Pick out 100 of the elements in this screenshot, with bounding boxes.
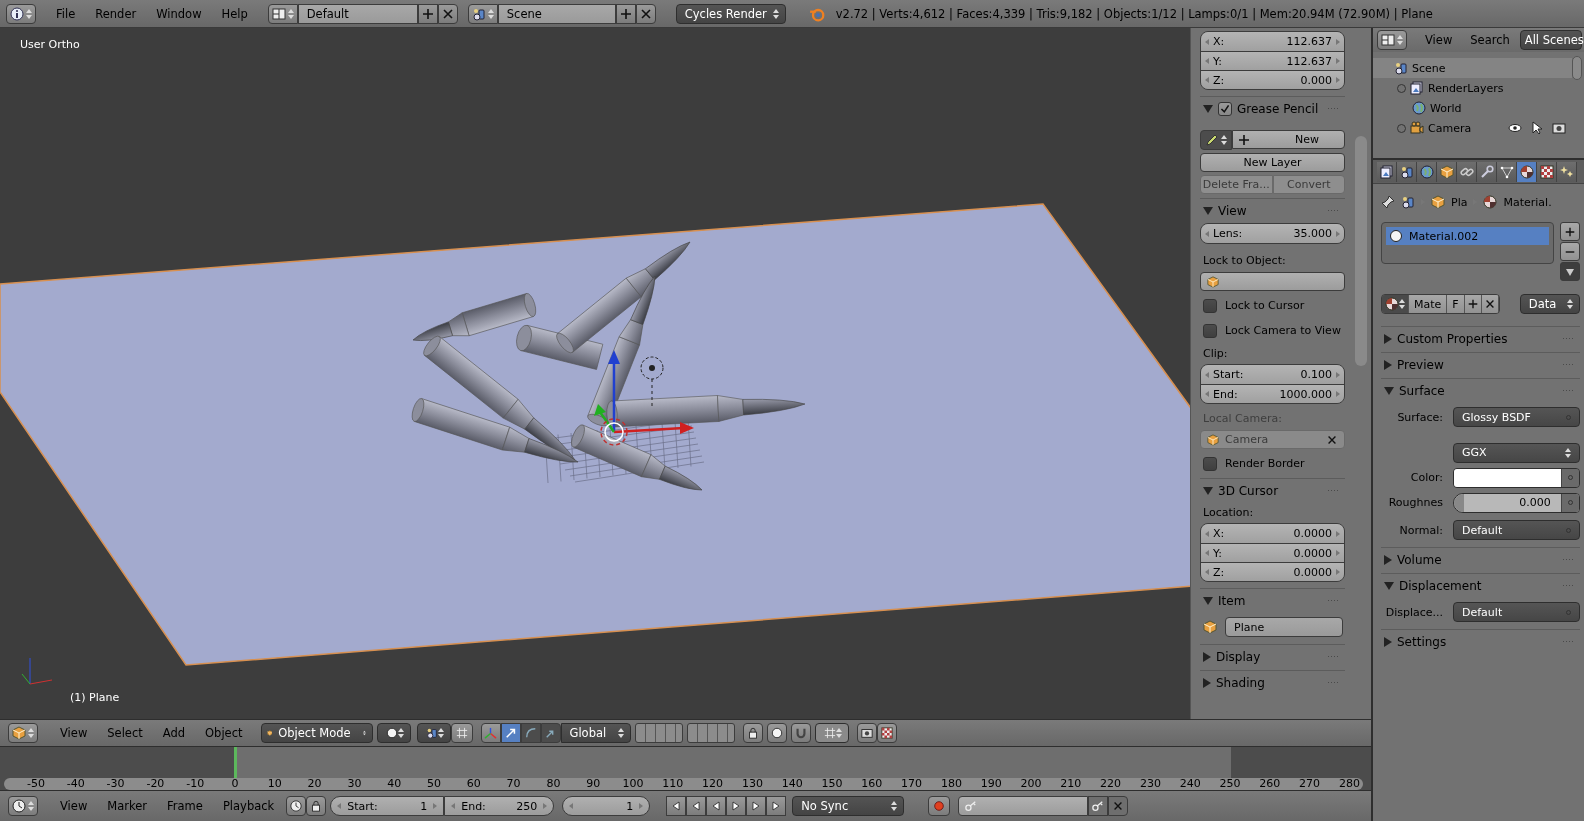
number-field[interactable]: Z: 0.0000 [1201, 562, 1344, 581]
properties-tab[interactable] [1477, 161, 1497, 182]
panel-header[interactable]: Grease Pencil [1200, 96, 1345, 120]
manipulator-button[interactable] [450, 723, 473, 743]
breadcrumb-item[interactable]: Material. [1503, 195, 1552, 209]
number-field[interactable]: Y: 0.0000 [1201, 543, 1344, 562]
color-swatch[interactable] [1453, 467, 1580, 488]
playback-button[interactable] [766, 796, 787, 816]
properties-tab[interactable] [1557, 161, 1577, 182]
playback-button[interactable] [666, 796, 687, 816]
end-frame-field[interactable]: End: 250 [444, 796, 555, 816]
new-layer-button[interactable]: New Layer [1200, 153, 1345, 172]
panel-header[interactable]: Settings [1381, 629, 1580, 653]
panel-header[interactable]: Preview [1381, 352, 1580, 376]
orientation-dropdown[interactable]: Global [560, 723, 631, 743]
menu-item[interactable]: Search [1462, 33, 1518, 47]
remove-slot-button[interactable] [1559, 242, 1580, 261]
menu-item[interactable]: File [48, 6, 84, 21]
number-field[interactable]: Y: 112.637 [1201, 51, 1344, 70]
menu-item[interactable]: Window [148, 6, 210, 21]
new-button[interactable]: New [1232, 130, 1345, 149]
outliner-item[interactable]: RenderLayers [1373, 78, 1572, 98]
scene-button[interactable] [467, 3, 498, 24]
render-engine-dropdown[interactable]: Cycles Render [675, 3, 786, 24]
menu-item[interactable]: Object [197, 726, 251, 740]
playback-button[interactable] [686, 796, 707, 816]
editor-type-button[interactable] [8, 796, 38, 816]
object-field[interactable] [1200, 272, 1345, 291]
number-field[interactable]: End: 1000.000 [1201, 384, 1344, 403]
pivot-dropdown[interactable] [416, 723, 451, 743]
add-button[interactable] [417, 3, 438, 24]
keying-set-field[interactable] [958, 796, 1089, 816]
scrollbar[interactable] [1571, 56, 1582, 80]
properties-tab[interactable] [1437, 161, 1457, 182]
menu-item[interactable]: Marker [99, 799, 156, 813]
menu-item[interactable]: Select [99, 726, 151, 740]
menu-item[interactable]: Frame [159, 799, 211, 813]
socket-dropdown[interactable]: Glossy BSDF [1453, 407, 1580, 427]
panel-header[interactable]: Item [1200, 588, 1345, 612]
properties-tab[interactable] [1377, 161, 1397, 182]
panel-header[interactable]: View [1200, 198, 1345, 222]
add-slot-button[interactable] [1559, 222, 1580, 241]
material-datablock[interactable]: Mate F [1381, 294, 1500, 314]
insert-keyframe-button[interactable] [1088, 796, 1109, 816]
slot-menu-button[interactable] [1559, 262, 1580, 281]
scene-field[interactable]: Scene [497, 3, 616, 24]
scale-button[interactable] [540, 723, 561, 743]
snap-dropdown[interactable] [814, 723, 849, 743]
properties-tab[interactable] [1397, 161, 1417, 182]
properties-tab[interactable] [1537, 161, 1557, 182]
close-button[interactable] [437, 3, 458, 24]
rotate-button[interactable] [520, 723, 541, 743]
slider[interactable]: 0.000 [1453, 492, 1580, 513]
editor-type-button[interactable] [8, 723, 38, 743]
sync-dropdown[interactable]: No Sync [792, 796, 905, 816]
outliner-item[interactable]: Scene [1373, 58, 1572, 78]
properties-tab[interactable] [1417, 161, 1437, 182]
render-animation-button[interactable] [876, 723, 897, 743]
breadcrumb-item[interactable]: Pla [1451, 195, 1468, 209]
render-button[interactable] [856, 723, 877, 743]
checkbox[interactable] [1203, 323, 1217, 338]
panel-header[interactable]: Displacement [1381, 573, 1580, 597]
shading-dropdown[interactable] [376, 723, 411, 743]
outliner-item[interactable]: Camera [1373, 118, 1572, 138]
panel-header[interactable]: Surface [1381, 378, 1580, 402]
checkbox[interactable] [1203, 456, 1217, 471]
number-field[interactable]: X: 112.637 [1201, 32, 1344, 51]
properties-tab[interactable] [1497, 161, 1517, 182]
editor-type-button[interactable] [1377, 30, 1407, 50]
properties-tab[interactable] [1457, 161, 1477, 182]
layout-field[interactable]: Default [297, 3, 418, 24]
close-button[interactable] [635, 3, 656, 24]
snap-button[interactable] [790, 723, 811, 743]
menu-item[interactable]: Render [87, 6, 145, 21]
panel-header[interactable]: Volume [1381, 547, 1580, 571]
lock-layers-button[interactable] [742, 723, 763, 743]
manipulator-toggle[interactable] [480, 723, 501, 743]
preview-range-button[interactable] [286, 796, 307, 816]
menu-item[interactable]: Add [154, 726, 194, 740]
scrollbar[interactable] [1355, 136, 1367, 366]
menu-item[interactable]: Help [213, 6, 256, 21]
lock-button[interactable] [306, 796, 327, 816]
checkbox[interactable] [1203, 298, 1217, 313]
link-dropdown[interactable]: Data [1519, 294, 1580, 314]
material-slot[interactable]: Material.002 [1386, 227, 1549, 245]
menu-item[interactable]: View [52, 799, 96, 813]
pencil-dropdown[interactable] [1200, 130, 1232, 150]
playback-button[interactable] [746, 796, 767, 816]
translate-button[interactable] [500, 723, 521, 743]
delete-keyframe-button[interactable] [1108, 796, 1129, 816]
record-button[interactable] [928, 796, 951, 816]
current-frame-field[interactable]: 1 [562, 796, 651, 816]
mode-dropdown[interactable]: Object Mode [260, 723, 373, 743]
add-button[interactable] [615, 3, 636, 24]
panel-header[interactable]: 3D Cursor [1200, 478, 1345, 502]
proportional-button[interactable] [766, 723, 787, 743]
outliner-item[interactable]: World [1373, 98, 1572, 118]
editor-type-button[interactable] [6, 3, 36, 24]
dropdown[interactable]: GGX [1453, 442, 1580, 463]
menu-item[interactable]: Playback [214, 799, 283, 813]
